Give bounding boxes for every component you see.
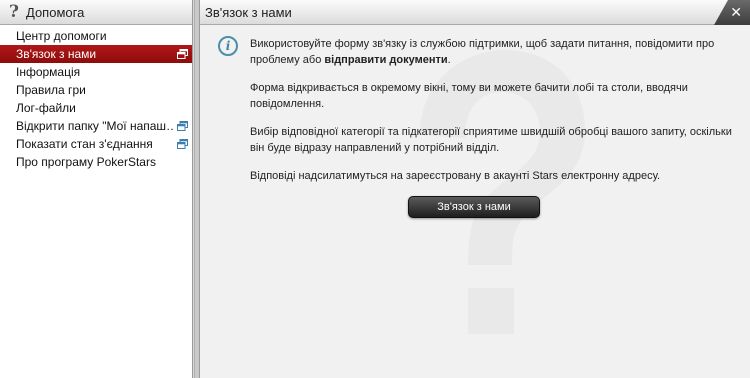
nav-item-label: Центр допомоги: [16, 29, 107, 43]
paragraph-category: Вибір відповідної категорії та підкатего…: [250, 126, 732, 154]
new-window-icon: [177, 139, 188, 149]
paragraph-intro-end: .: [447, 54, 451, 66]
nav-item-connection-status[interactable]: Показати стан з'єднання: [0, 135, 192, 153]
nav-item-about-pokerstars[interactable]: Про програму PokerStars: [0, 153, 192, 171]
paragraph-intro-text: Використовуйте форму зв'язку із службою …: [250, 38, 715, 66]
panel-header: Зв'язок з нами: [200, 0, 750, 25]
new-window-icon: [177, 49, 188, 59]
nav-item-contact-us[interactable]: Зв'язок з нами: [0, 45, 192, 63]
nav-item-label: Про програму PokerStars: [16, 155, 156, 169]
question-icon: ?: [9, 2, 19, 22]
nav-item-label: Правила гри: [16, 83, 86, 97]
nav-item-information[interactable]: Інформація: [0, 63, 192, 81]
nav-item-log-files[interactable]: Лог-файли: [0, 99, 192, 117]
sidebar-header: ? Допомога: [0, 0, 192, 25]
nav-item-label: Зв'язок з нами: [16, 47, 97, 61]
contact-description: Використовуйте форму зв'язку із службою …: [250, 36, 738, 184]
info-icon: i: [218, 36, 238, 56]
contact-panel: Зв'язок з нами ✕ i Використовуйте форму …: [200, 0, 750, 378]
contact-content: i Використовуйте форму зв'язку із службо…: [218, 36, 738, 196]
nav-item-label: Показати стан з'єднання: [16, 137, 153, 151]
panel-title: Зв'язок з нами: [205, 4, 292, 20]
nav-item-open-hand-history-folder[interactable]: Відкрити папку "Мої напаш…: [0, 117, 192, 135]
nav-item-label: Інформація: [16, 65, 81, 79]
nav-item-game-rules[interactable]: Правила гри: [0, 81, 192, 99]
sidebar-title: Допомога: [26, 4, 85, 20]
new-window-icon: [177, 121, 188, 131]
send-documents-link: відправити документи: [324, 54, 448, 66]
nav-item-label: Лог-файли: [16, 101, 76, 115]
paragraph-window: Форма відкривається в окремому вікні, то…: [250, 82, 688, 110]
paragraph-intro: Використовуйте форму зв'язку із службою …: [250, 36, 738, 68]
paragraph-reply: Відповіді надсилатимуться на зареєстрова…: [250, 170, 661, 182]
close-icon: ✕: [730, 4, 742, 20]
contact-us-button[interactable]: Зв'язок з нами: [408, 196, 540, 218]
nav-item-label: Відкрити папку "Мої напаш…: [16, 119, 174, 133]
help-sidebar: ? Допомога Центр допомоги Зв'язок з нами…: [0, 0, 193, 378]
nav-item-help-center[interactable]: Центр допомоги: [0, 27, 192, 45]
help-nav-list: Центр допомоги Зв'язок з нами Інформація…: [0, 25, 192, 171]
